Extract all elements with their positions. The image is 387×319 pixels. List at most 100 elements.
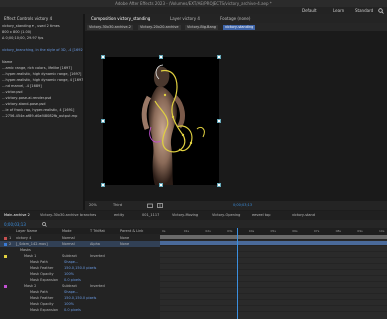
- panel-line[interactable]: …victor.psd: [2, 90, 22, 95]
- ruler-tick-label: 01s: [183, 229, 190, 233]
- timeline-tab[interactable]: Victory-30x30-archive: [38, 213, 81, 218]
- panel-line[interactable]: victory_branching, in the style of 3D, -…: [2, 48, 83, 53]
- property-track[interactable]: [160, 277, 387, 282]
- property-track[interactable]: [160, 289, 387, 294]
- ruler-tick-label: 0s: [162, 229, 166, 233]
- effect-controls-panel: Effect Controls victory 4 victory_standi…: [0, 14, 83, 210]
- label-color-swatch[interactable]: [4, 254, 7, 258]
- viewer-footer: 20% Third 0;00;03;13: [85, 201, 387, 210]
- workspace-learn[interactable]: Learn: [333, 8, 344, 13]
- timeline-toolbar: 0;00;03;13: [0, 220, 387, 228]
- breadcrumb-item[interactable]: Victory-30x30-archive-2: [87, 24, 134, 30]
- panel-line[interactable]: …2756-454e-af89-d0af48082fb_output.mp: [2, 114, 77, 119]
- panel-line[interactable]: …le of frank rao, hyper-realistic, 4 [16…: [2, 108, 74, 113]
- panel-line[interactable]: …amic range, rich colors, lifelike [1697…: [2, 66, 72, 71]
- ruler-tick-label: 04s: [248, 229, 255, 233]
- figure-render: [141, 64, 205, 185]
- viewer-tabs: Composition victory_standing Layer victo…: [85, 14, 387, 23]
- transform-handle-bl[interactable]: [101, 183, 105, 187]
- timeline-tabs: Main-archive 2 Victory-30x30-archive branc…: [0, 211, 387, 220]
- timeline-tab[interactable]: victory-stand: [290, 213, 317, 218]
- property-track[interactable]: [160, 295, 387, 300]
- panel-line[interactable]: Name: [2, 60, 12, 65]
- label-color-swatch[interactable]: [4, 242, 7, 246]
- timeline-tab[interactable]: 001_1117: [140, 213, 161, 218]
- tab-composition[interactable]: Composition victory_standing: [91, 16, 150, 21]
- property-track[interactable]: [160, 307, 387, 312]
- timeline-graph[interactable]: 0s 01s 02s 03s 04s 05s 06s 07s 08s 09s 10s: [160, 228, 387, 319]
- composition-canvas[interactable]: [103, 57, 219, 185]
- column-header-name[interactable]: Layer Name: [16, 228, 37, 234]
- playhead[interactable]: [237, 228, 239, 319]
- resolution-select[interactable]: Third: [113, 203, 122, 208]
- tab-layer[interactable]: Layer victory 4: [170, 16, 200, 21]
- panel-line[interactable]: victory_standing ▾ , used 2 times: [2, 24, 60, 29]
- breadcrumb-item[interactable]: Victory-Big-Bang: [185, 24, 219, 30]
- transform-handle-tc[interactable]: [159, 55, 163, 59]
- property-track[interactable]: [160, 247, 387, 252]
- after-effects-window: Adobe After Effects 2023 - /Volumes/EXT/…: [0, 0, 387, 319]
- workspace-standard[interactable]: Standard: [355, 8, 373, 13]
- panel-line[interactable]: Δ 0;00;10;00, 29.97 fps: [2, 36, 43, 41]
- ruler-tick-label: 07s: [313, 229, 320, 233]
- transform-handle-br[interactable]: [217, 183, 221, 187]
- panel-line[interactable]: …victory-stand-pose.psd: [2, 102, 45, 107]
- property-track[interactable]: [160, 253, 387, 258]
- transform-handle-tr[interactable]: [217, 55, 221, 59]
- layer-duration-bar[interactable]: [160, 241, 387, 246]
- column-header-parent[interactable]: Parent & Link: [120, 228, 143, 234]
- panel-line[interactable]: …victory-pose-ai-render.psd: [2, 96, 51, 101]
- breadcrumb-item[interactable]: Victory-20x20-archive: [138, 24, 181, 30]
- breadcrumb-item-active[interactable]: victory-standing: [223, 24, 256, 30]
- search-icon[interactable]: [42, 221, 47, 227]
- grid-icon[interactable]: [157, 203, 163, 208]
- property-track[interactable]: [160, 265, 387, 270]
- breadcrumb: Victory-30x30-archive-2 Victory-20x20-ar…: [85, 23, 387, 31]
- ruler-tick-label: 10s: [379, 229, 385, 233]
- layer-header-row: Layer Name Mode T TrkMat Parent & Link: [0, 228, 160, 234]
- composition-viewer[interactable]: [85, 31, 387, 201]
- timeline-tab[interactable]: Main-archive 2: [2, 213, 32, 218]
- property-value: 0.0 pixels: [64, 308, 81, 312]
- ruler-tick-label: 06s: [292, 229, 298, 233]
- timeline-current-time[interactable]: 0;00;03;13: [4, 222, 26, 227]
- label-color-swatch[interactable]: [4, 236, 7, 240]
- timeline-tab[interactable]: entity: [112, 213, 126, 218]
- viewer-timecode[interactable]: 0;00;03;13: [233, 203, 252, 208]
- window-titlebar: Adobe After Effects 2023 - /Volumes/EXT/…: [0, 0, 387, 7]
- ruler-tick-label: 08s: [335, 229, 341, 233]
- tab-footage[interactable]: Footage (none): [220, 16, 250, 21]
- timeline-tab[interactable]: eeveel top: [250, 213, 273, 218]
- panel-header[interactable]: Effect Controls victory 4: [4, 16, 52, 21]
- panel-line[interactable]: …nd marvel, -4 [1689]: [2, 84, 42, 89]
- timeline-tab[interactable]: Victory-Moving: [170, 213, 200, 218]
- workspace-bar: Default Learn Standard: [0, 7, 387, 14]
- ruler-tick-label: 09s: [357, 229, 363, 233]
- column-header-mode[interactable]: Mode: [62, 228, 72, 234]
- transform-handle-mr[interactable]: [217, 119, 221, 123]
- transform-handle-ml[interactable]: [101, 119, 105, 123]
- property-track[interactable]: [160, 301, 387, 306]
- transform-handle-bc[interactable]: [159, 183, 163, 187]
- layer-list: Layer Name Mode T TrkMat Parent & Link 1…: [0, 228, 160, 319]
- camera-icon[interactable]: [147, 203, 153, 208]
- panel-line[interactable]: …hyper-realistic, high dynamic range, [1…: [2, 72, 81, 77]
- timeline-tab[interactable]: Victory-Opening: [210, 213, 242, 218]
- table-row[interactable]: Mask Expansion 0.0 pixels: [0, 307, 160, 313]
- ruler-tick-label: 05s: [270, 229, 276, 233]
- property-track[interactable]: [160, 283, 387, 288]
- panel-line[interactable]: 800 x 800 (1.00): [2, 30, 31, 35]
- property-track[interactable]: [160, 271, 387, 276]
- ruler-tick-label: 03s: [227, 229, 233, 233]
- zoom-select[interactable]: 20%: [89, 203, 97, 208]
- layer-name: Mask Expansion: [30, 308, 59, 312]
- timeline-tab[interactable]: branches: [78, 213, 98, 218]
- workspace-default[interactable]: Default: [302, 8, 317, 13]
- column-header-trkmat[interactable]: T TrkMat: [90, 228, 105, 234]
- panel-line[interactable]: …hyper-realistic, high dynamic range, 4 …: [2, 78, 83, 83]
- transform-handle-tl[interactable]: [101, 55, 105, 59]
- property-track[interactable]: [160, 259, 387, 264]
- layer-duration-bar[interactable]: [160, 235, 387, 240]
- window-title: Adobe After Effects 2023 - /Volumes/EXT/…: [115, 1, 272, 6]
- label-color-swatch[interactable]: [4, 284, 7, 288]
